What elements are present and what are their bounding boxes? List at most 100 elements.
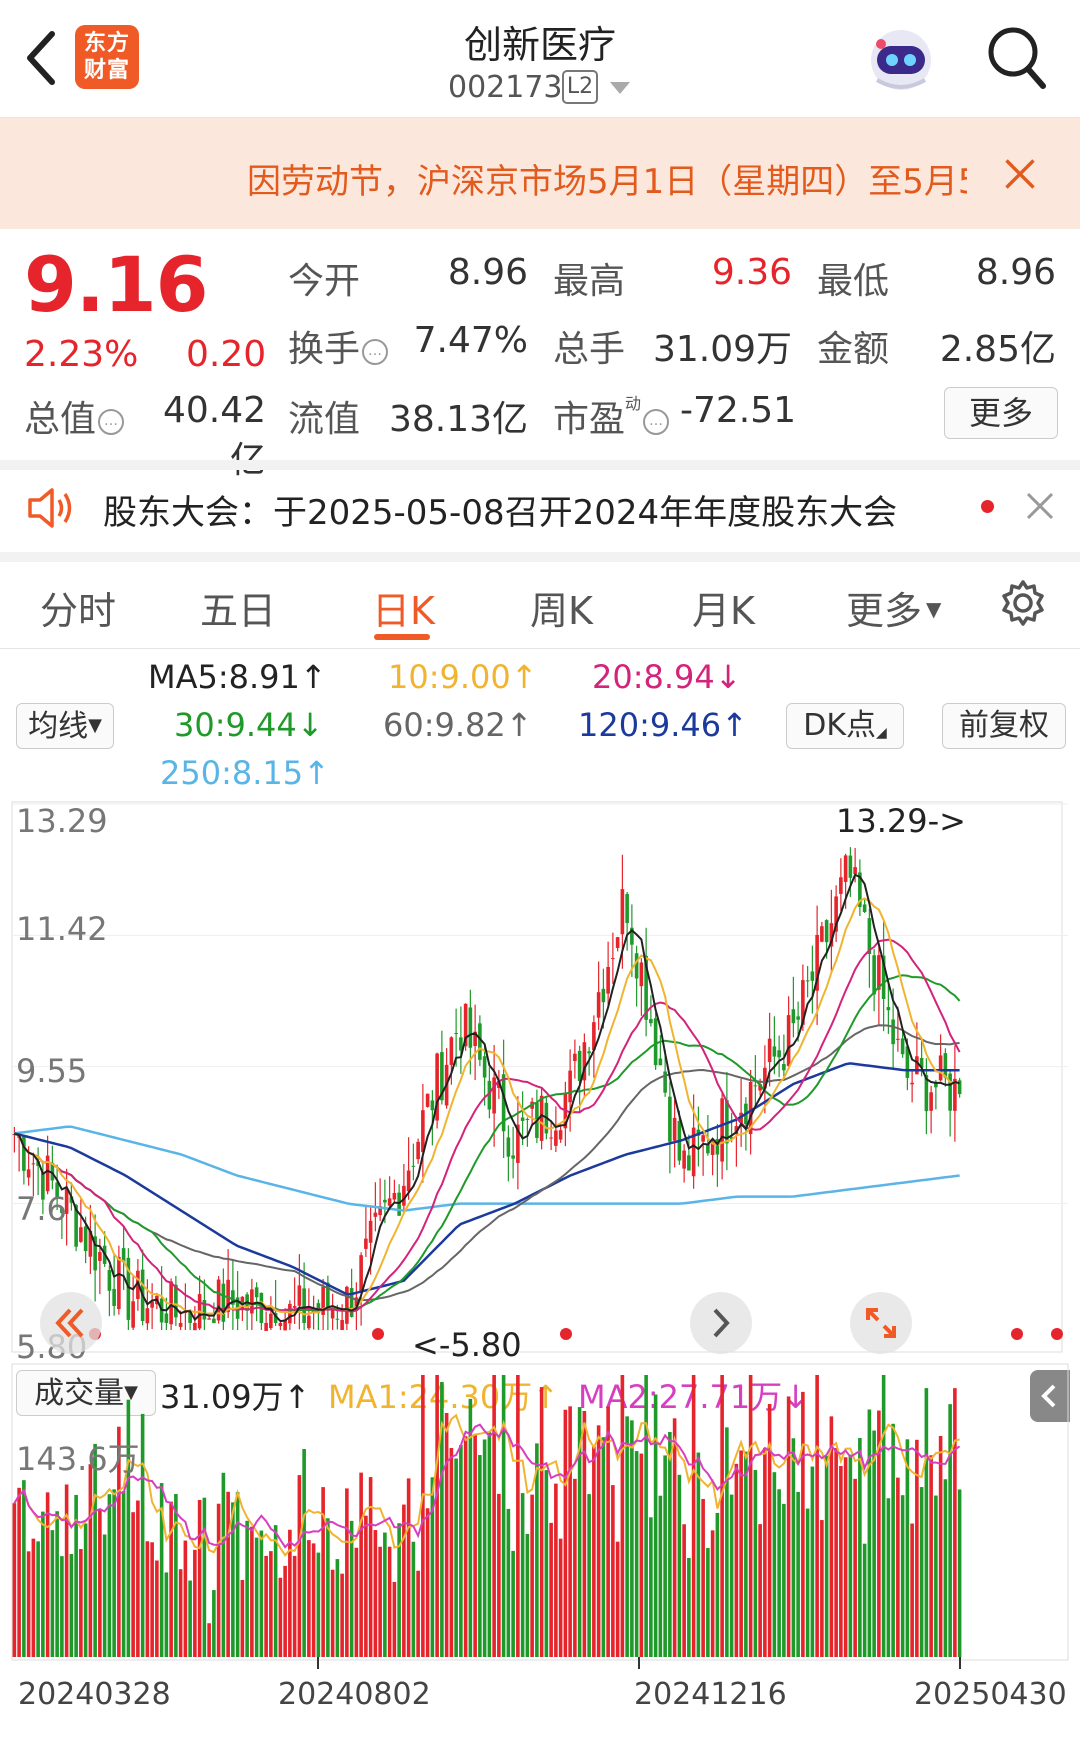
volume-bar xyxy=(625,1416,629,1657)
float-cap-label: 流值 xyxy=(288,399,361,440)
volume-bar xyxy=(663,1455,667,1657)
candle-body xyxy=(625,894,629,924)
candle-body xyxy=(383,1199,387,1203)
candle-body xyxy=(915,1056,919,1075)
info-icon[interactable]: … xyxy=(362,339,389,365)
gear-icon[interactable] xyxy=(998,578,1048,628)
volume-bar xyxy=(573,1478,577,1657)
volume-bar xyxy=(777,1489,781,1657)
ma60-legend: 60:9.82↑ xyxy=(383,706,533,744)
volume-bar xyxy=(501,1375,506,1657)
dk-point-button[interactable]: DK点◢ xyxy=(786,703,904,749)
candle-body xyxy=(767,1038,772,1063)
volume-chart[interactable] xyxy=(0,1362,1080,1670)
volume-bar xyxy=(425,1508,430,1657)
volume-bar xyxy=(886,1498,891,1657)
volume-bar xyxy=(321,1487,325,1657)
volume-bar xyxy=(753,1470,758,1657)
candle-body xyxy=(364,1238,368,1249)
volume-bar xyxy=(677,1474,682,1657)
candle-body xyxy=(601,988,606,1003)
volume-bar xyxy=(102,1534,107,1657)
scroll-left-fast-button[interactable] xyxy=(40,1292,102,1354)
candle-body xyxy=(482,1056,487,1078)
candle-body xyxy=(117,1256,121,1310)
announcement-text[interactable]: 股东大会：于2025-05-08召开2024年年度股东大会 xyxy=(103,485,897,534)
volume-bar xyxy=(558,1538,563,1657)
market-cap-label: 总值… xyxy=(24,390,125,442)
candle-body xyxy=(796,1016,800,1020)
tab-weekly-k[interactable]: 周K xyxy=(530,580,593,635)
volume-bar xyxy=(178,1569,183,1657)
candle-body xyxy=(891,1019,895,1045)
fullscreen-button[interactable] xyxy=(850,1292,912,1354)
candle-body xyxy=(805,980,810,982)
ma120-legend: 120:9.46↑ xyxy=(578,706,748,744)
volume-max-label: 143.6万 xyxy=(16,1440,140,1478)
volume-bar xyxy=(364,1515,368,1657)
candle-body xyxy=(634,953,639,979)
volume-bar xyxy=(345,1488,349,1657)
volume-bar xyxy=(520,1493,525,1657)
candle-body xyxy=(658,1058,663,1066)
tab-monthly-k[interactable]: 月K xyxy=(692,580,755,635)
high-value: 9.36 xyxy=(711,252,792,293)
tab-more[interactable]: 更多 ▼ xyxy=(846,580,941,635)
volume-bar xyxy=(216,1503,221,1657)
candle-body xyxy=(848,855,853,878)
candle-body xyxy=(853,867,857,875)
candle-body xyxy=(606,966,610,994)
tab-daily-k[interactable]: 日K xyxy=(372,580,435,635)
volume-bar xyxy=(50,1530,55,1657)
ma-selector-button[interactable]: 均线▼ xyxy=(16,703,114,749)
adjustment-button[interactable]: 前复权 xyxy=(942,703,1066,749)
info-icon[interactable]: … xyxy=(98,409,125,435)
candle-body xyxy=(520,1117,525,1121)
volume-bar xyxy=(516,1375,520,1657)
expand-icon xyxy=(866,1308,896,1338)
candle-body xyxy=(131,1301,135,1328)
tab-five-day[interactable]: 五日 xyxy=(200,580,276,635)
volume-bar xyxy=(582,1410,587,1657)
dropdown-arrow-icon[interactable] xyxy=(610,82,630,94)
candle-body xyxy=(511,1155,515,1159)
level2-badge[interactable]: L2 xyxy=(562,70,598,104)
candle-body xyxy=(777,1050,781,1058)
volume-bar xyxy=(235,1492,240,1657)
candle-body xyxy=(292,1306,297,1308)
volume-bar xyxy=(701,1498,705,1657)
volume-bar xyxy=(710,1530,715,1657)
volume-bar xyxy=(31,1538,36,1657)
robot-assistant-icon[interactable] xyxy=(865,24,937,96)
search-icon[interactable] xyxy=(985,22,1047,92)
more-quote-button[interactable]: 更多 xyxy=(944,387,1058,439)
candle-body xyxy=(164,1313,169,1323)
candle-body xyxy=(824,920,829,943)
candle-body xyxy=(193,1322,197,1331)
candlestick-chart[interactable] xyxy=(0,790,1080,1362)
candle-body xyxy=(145,1308,150,1324)
tab-intraday[interactable]: 分时 xyxy=(40,580,116,635)
volume-bar xyxy=(392,1581,397,1657)
candle-body xyxy=(359,1255,363,1292)
candle-body xyxy=(79,1227,83,1242)
ma250-legend: 250:8.15↑ xyxy=(160,754,330,792)
low-value: 8.96 xyxy=(975,252,1056,293)
candle-body xyxy=(492,1077,496,1114)
x-axis-date-label: 20241216 xyxy=(634,1677,787,1712)
open-value: 8.96 xyxy=(447,252,528,293)
close-icon[interactable] xyxy=(1002,156,1038,192)
holiday-notice-banner[interactable]: 因劳动节，沪深京市场5月1日（星期四）至5月5日（星期一）休市 xyxy=(0,118,1080,229)
candle-body xyxy=(872,955,876,995)
candle-body xyxy=(26,1169,31,1178)
close-icon[interactable] xyxy=(1025,491,1055,521)
candle-body xyxy=(112,1288,116,1306)
candle-body xyxy=(307,1315,311,1329)
volume-bar xyxy=(696,1452,701,1657)
info-icon[interactable]: … xyxy=(643,409,670,435)
volume-bar xyxy=(473,1434,477,1657)
scroll-right-button[interactable] xyxy=(690,1292,752,1354)
candle-body xyxy=(549,1137,553,1139)
volume-bar xyxy=(492,1375,496,1657)
volume-bar xyxy=(668,1431,672,1657)
